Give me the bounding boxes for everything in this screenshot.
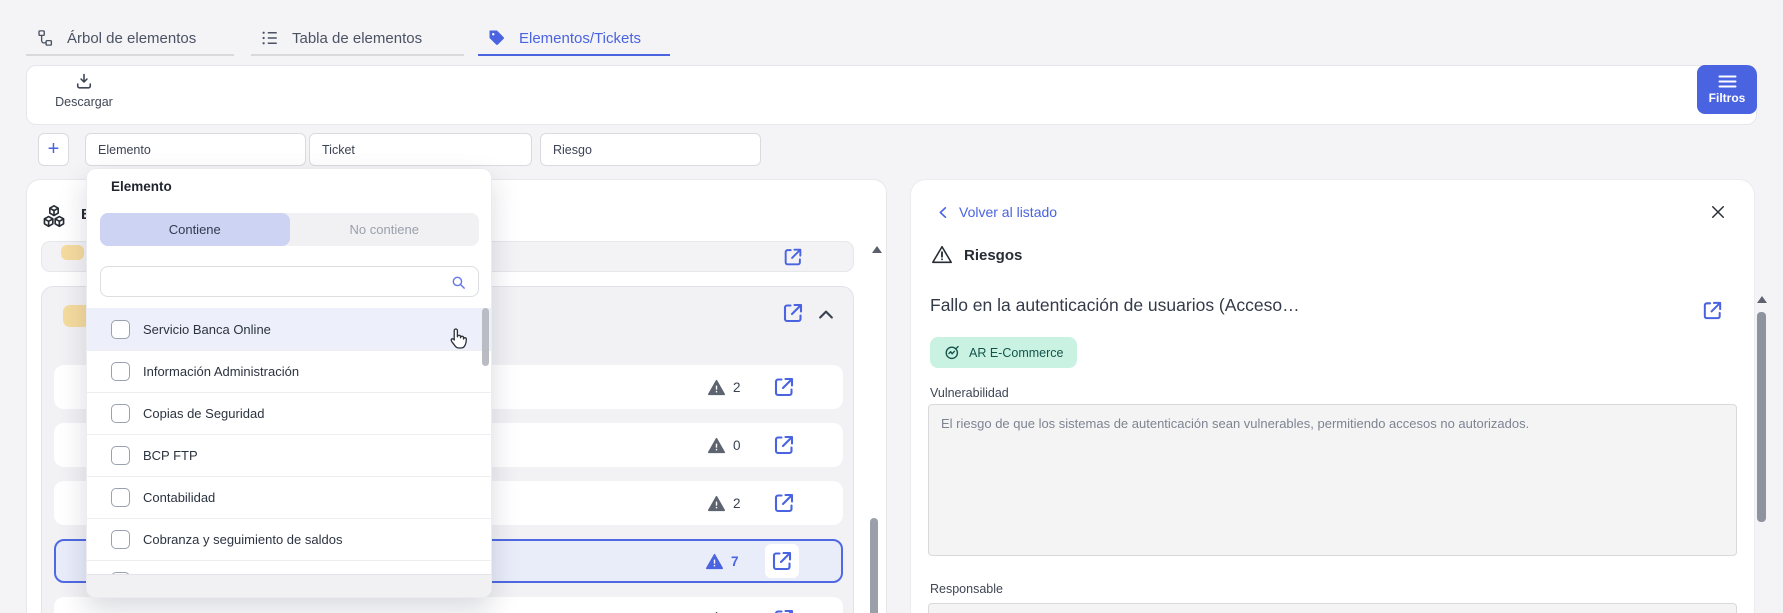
element-option[interactable]: Servicio Banca Online — [87, 308, 492, 350]
download-button[interactable]: Descargar — [42, 72, 126, 109]
option-checkbox[interactable] — [111, 320, 130, 339]
tab-arbol-de-elementos[interactable]: Árbol de elementos — [26, 22, 234, 56]
element-option[interactable]: Información Administración — [87, 350, 492, 392]
option-label: Contabilidad — [143, 490, 215, 505]
element-option[interactable]: Contabilidad — [87, 476, 492, 518]
tab-elementos-tickets[interactable]: Elementos/Tickets — [478, 22, 670, 56]
contains-option[interactable]: Contiene — [100, 213, 290, 246]
close-icon[interactable] — [1709, 203, 1727, 221]
warning-count: 0 — [733, 438, 743, 453]
vulnerability-label: Vulnerabilidad — [930, 386, 1009, 400]
option-checkbox[interactable] — [111, 362, 130, 381]
chevron-left-icon[interactable] — [936, 205, 951, 220]
element-option[interactable]: Copias de Seguridad — [87, 392, 492, 434]
option-label: Cobranza y seguimiento de saldos — [143, 532, 342, 547]
risk-detail-panel: Volver al listado Riesgos Fallo en la au… — [910, 179, 1755, 613]
option-label: Servicio Banca Online — [143, 322, 271, 337]
element-filter-input[interactable] — [85, 133, 306, 166]
search-input[interactable] — [101, 267, 478, 296]
dropdown-title: Elemento — [111, 179, 172, 194]
scroll-up-icon[interactable] — [872, 246, 882, 253]
warning-count: 7 — [731, 554, 741, 569]
element-filter-dropdown: Elemento Contiene No contiene Servicio B… — [86, 168, 492, 598]
external-link-icon[interactable] — [1701, 299, 1724, 322]
tab-tabla-de-elementos[interactable]: Tabla de elementos — [251, 22, 464, 56]
option-label: BCP FTP — [143, 448, 198, 463]
tab-label: Tabla de elementos — [292, 30, 422, 47]
warning-icon — [707, 379, 726, 396]
menu-icon — [1718, 75, 1737, 88]
dropdown-search — [100, 266, 479, 297]
category-tag: AR E-Commerce — [930, 337, 1077, 368]
category-color-tag — [61, 245, 84, 260]
option-checkbox[interactable] — [111, 404, 130, 423]
tag-icon — [488, 29, 506, 47]
open-risk-button[interactable] — [765, 544, 799, 578]
risk-filter-input[interactable] — [540, 133, 761, 166]
back-to-list-link[interactable]: Volver al listado — [959, 204, 1057, 220]
responsible-input[interactable] — [928, 603, 1737, 613]
option-label: Información Administración — [143, 364, 299, 379]
option-checkbox[interactable] — [111, 530, 130, 549]
toolbar — [26, 65, 1757, 125]
download-icon — [42, 72, 126, 92]
risk-row[interactable]: 1 — [54, 597, 843, 613]
cursor-pointer-icon — [446, 326, 470, 352]
panel-scrollbar-thumb[interactable] — [870, 518, 878, 613]
filters-button[interactable]: Filtros — [1697, 65, 1757, 114]
option-label: Copias de Seguridad — [143, 406, 264, 421]
window-scrollbar-thumb[interactable] — [1757, 312, 1766, 522]
vulnerability-textarea[interactable]: El riesgo de que los sistemas de autenti… — [928, 404, 1737, 556]
filter-mode-switch: Contiene No contiene — [100, 213, 479, 246]
warning-icon — [707, 437, 726, 454]
table-list-icon — [261, 29, 279, 47]
add-filter-button[interactable]: + — [38, 133, 69, 166]
scroll-up-icon[interactable] — [1757, 296, 1767, 303]
warning-outline-icon — [931, 244, 953, 265]
open-risk-button[interactable] — [767, 486, 801, 520]
element-option[interactable]: BCP FTP — [87, 434, 492, 476]
open-risk-button[interactable] — [767, 370, 801, 404]
section-title: Riesgos — [964, 247, 1022, 264]
tree-icon — [36, 29, 54, 47]
option-checkbox[interactable] — [111, 488, 130, 507]
warning-icon — [707, 495, 726, 512]
warning-icon — [705, 553, 724, 570]
ticket-filter-input[interactable] — [309, 133, 532, 166]
external-link-icon[interactable] — [782, 246, 804, 268]
dropdown-scrollbar-thumb[interactable] — [482, 308, 489, 366]
open-risk-button[interactable] — [767, 428, 801, 462]
download-label: Descargar — [42, 95, 126, 109]
chevron-up-icon[interactable] — [816, 305, 836, 325]
warning-count: 2 — [733, 380, 743, 395]
warning-count: 2 — [733, 496, 743, 511]
option-checkbox[interactable] — [111, 446, 130, 465]
category-tag-label: AR E-Commerce — [969, 346, 1063, 360]
cubes-icon — [40, 204, 68, 231]
open-risk-button[interactable] — [767, 602, 801, 613]
tab-label: Árbol de elementos — [67, 30, 196, 47]
responsible-label: Responsable — [930, 582, 1003, 596]
not-contains-option[interactable]: No contiene — [290, 213, 480, 246]
element-option[interactable]: Cobranza y seguimiento de saldos — [87, 518, 492, 560]
dropdown-footer — [87, 574, 491, 597]
tab-label: Elementos/Tickets — [519, 30, 641, 47]
external-link-icon[interactable] — [781, 301, 805, 325]
filters-label: Filtros — [1709, 91, 1746, 105]
risk-title: Fallo en la autenticación de usuarios (A… — [930, 295, 1630, 316]
element-options-list: Servicio Banca Online Información Admini… — [87, 308, 492, 576]
risk-category-icon — [944, 344, 961, 361]
search-icon — [450, 274, 467, 291]
